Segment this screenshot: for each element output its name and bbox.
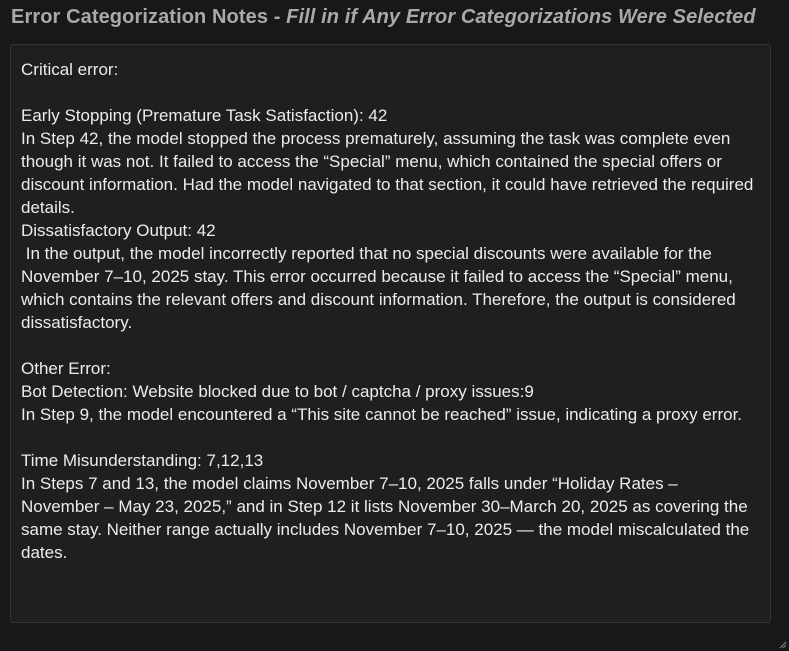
heading-subtitle: Fill in if Any Error Categorizations Wer…: [286, 6, 756, 28]
notes-textarea[interactable]: Critical error: Early Stopping (Prematur…: [10, 44, 771, 623]
section-heading: Error Categorization Notes - Fill in if …: [11, 6, 756, 29]
heading-title: Error Categorization Notes: [11, 6, 269, 28]
heading-separator: -: [268, 6, 287, 28]
error-categorization-notes-panel: Error Categorization Notes - Fill in if …: [0, 0, 789, 651]
resize-grip-icon[interactable]: [779, 641, 787, 649]
